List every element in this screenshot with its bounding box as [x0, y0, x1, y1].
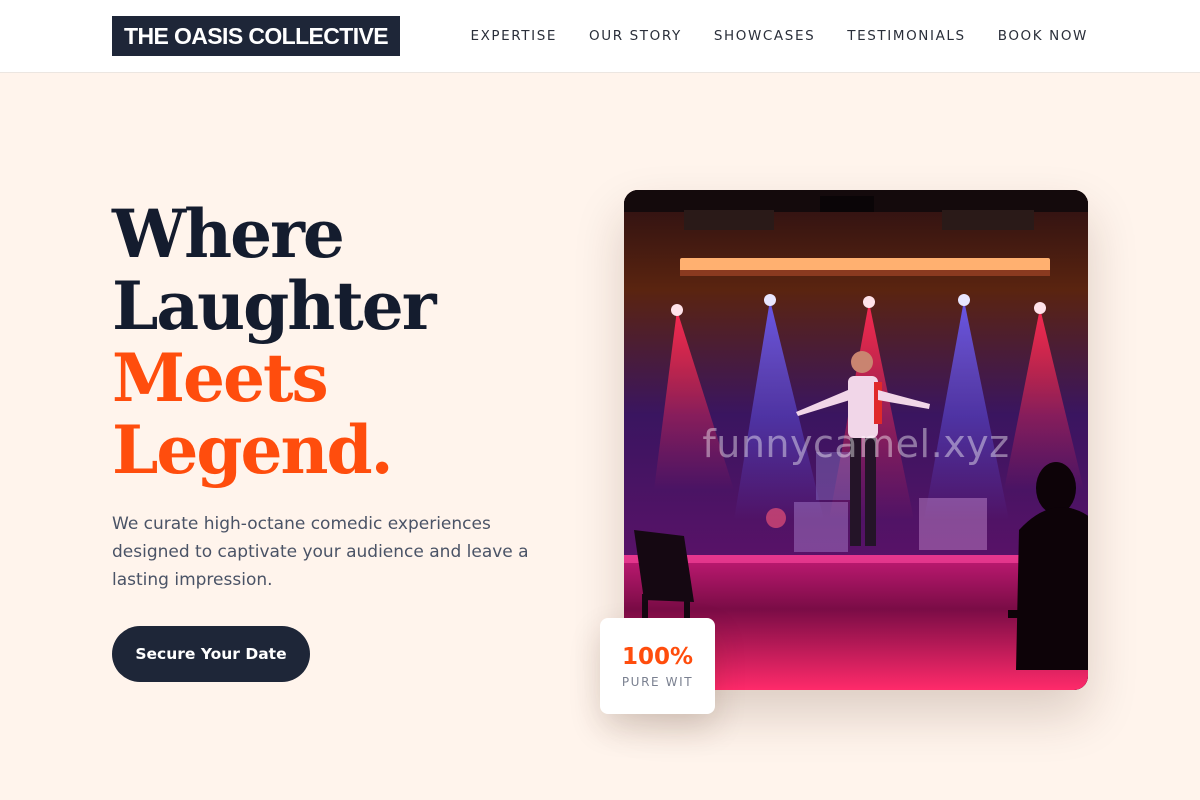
main-nav: EXPERTISE OUR STORY SHOWCASES TESTIMONIA…	[438, 0, 1088, 72]
hero-headline: Where Laughter Meets Legend.	[112, 195, 437, 489]
stat-card: 100% PURE WIT	[600, 618, 715, 714]
nav-item-our-story[interactable]: OUR STORY	[589, 28, 682, 44]
headline-line-legend: Legend.	[112, 411, 394, 489]
headline-line-meets: Meets	[112, 339, 329, 417]
headline-line-laughter: Laughter	[112, 267, 437, 345]
nav-item-testimonials[interactable]: TESTIMONIALS	[847, 28, 965, 44]
headline-line-where: Where	[112, 195, 345, 273]
image-watermark: funnycamel.xyz	[702, 422, 1010, 466]
stage-photo: funnycamel.xyz	[624, 190, 1088, 690]
secure-date-button[interactable]: Secure Your Date	[112, 626, 310, 682]
nav-item-expertise[interactable]: EXPERTISE	[470, 28, 557, 44]
nav-item-book-now[interactable]: BOOK NOW	[998, 28, 1088, 44]
stat-value: 100%	[621, 644, 694, 670]
site-header: THE OASIS COLLECTIVE EXPERTISE OUR STORY…	[0, 0, 1200, 73]
hero-description: We curate high-octane comedic experience…	[112, 514, 529, 590]
nav-item-showcases[interactable]: SHOWCASES	[714, 28, 815, 44]
brand-logo[interactable]: THE OASIS COLLECTIVE	[112, 16, 401, 56]
stat-label: PURE WIT	[621, 675, 694, 689]
